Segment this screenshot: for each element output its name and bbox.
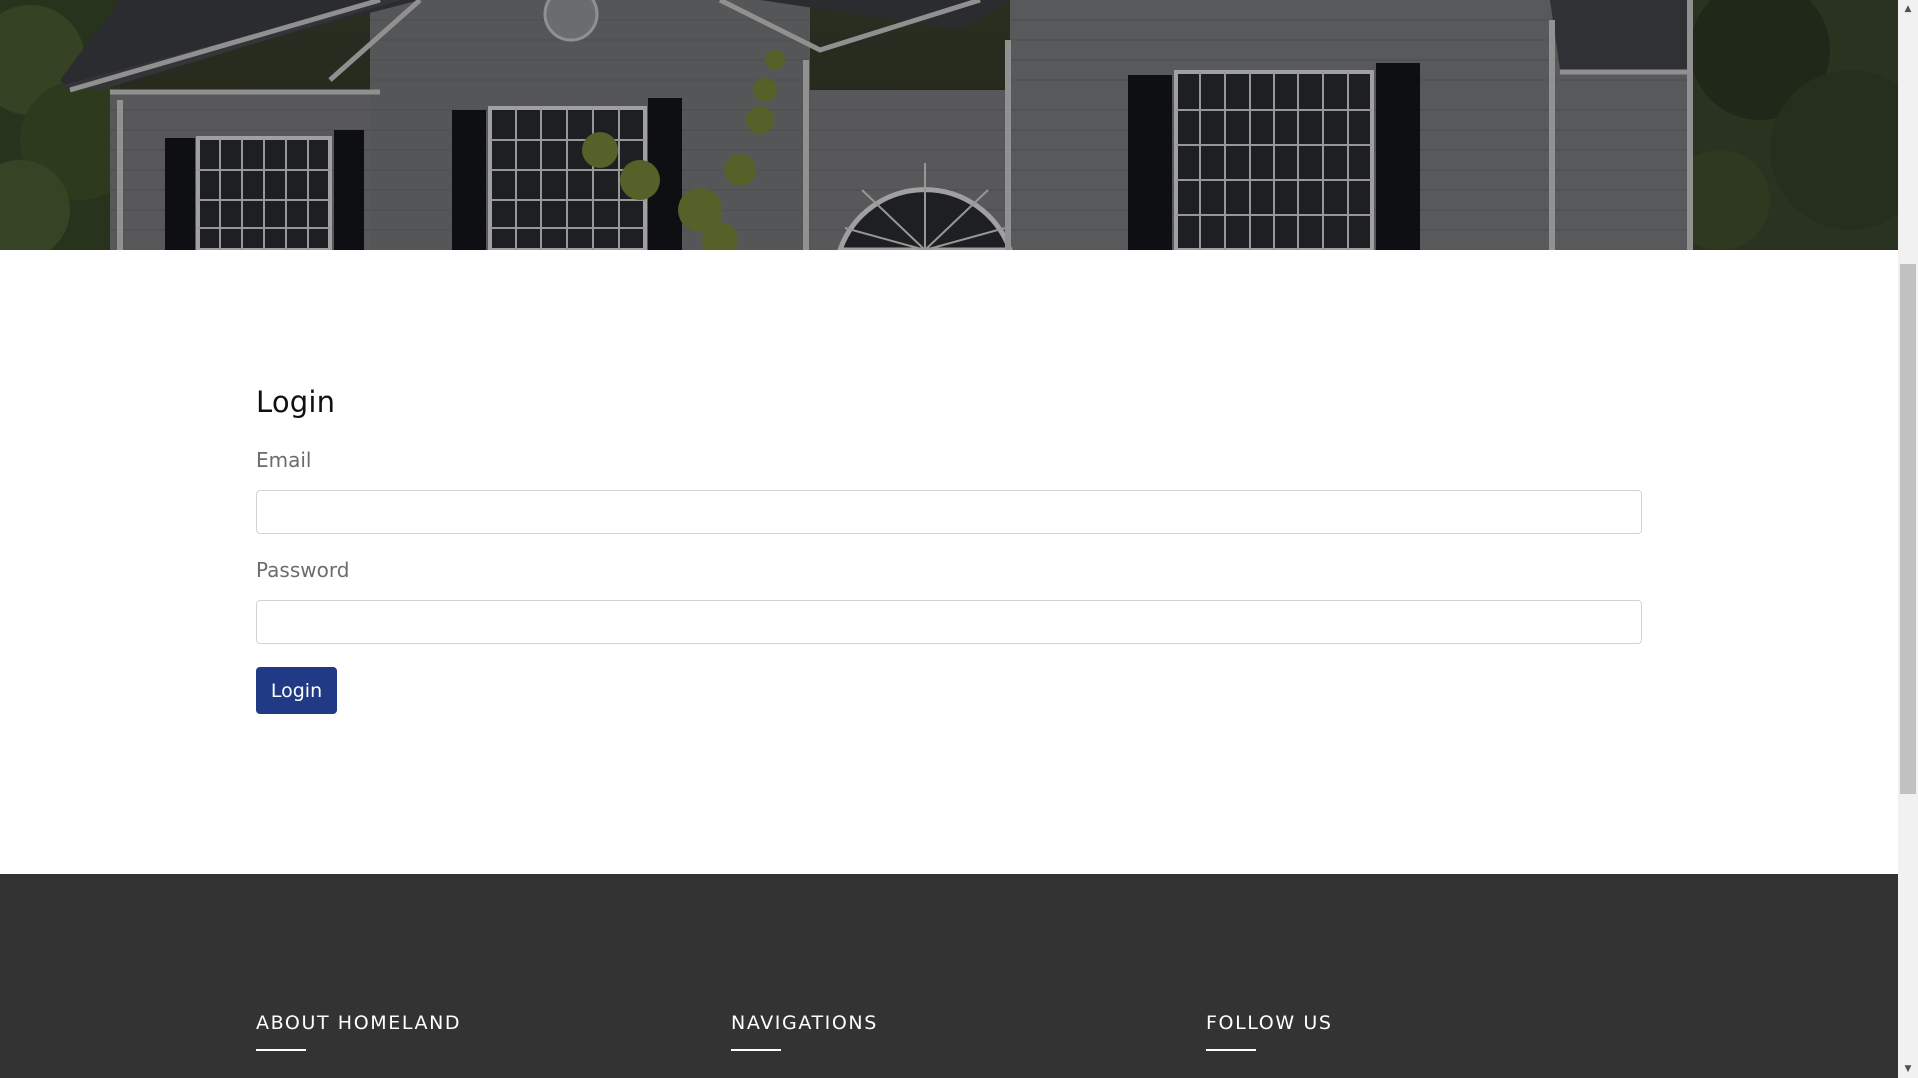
scrollbar-thumb[interactable] (1900, 264, 1916, 794)
footer-heading-underline (731, 1049, 781, 1051)
house-illustration (0, 0, 1898, 250)
vertical-scrollbar[interactable]: ▲ ▼ (1898, 0, 1918, 1078)
scroll-down-arrow-icon[interactable]: ▼ (1898, 1060, 1918, 1078)
hero-image (0, 0, 1898, 250)
page: Login Email Password Login ABOUT HOMELAN… (0, 0, 1898, 1078)
scroll-up-arrow-icon[interactable]: ▲ (1898, 0, 1918, 18)
footer-heading-about: ABOUT HOMELAND (256, 1012, 462, 1034)
email-label: Email (256, 448, 312, 472)
footer-heading-underline (1206, 1049, 1256, 1051)
login-button[interactable]: Login (256, 667, 337, 714)
footer-column-follow-us: FOLLOW US (1206, 1012, 1333, 1051)
footer: ABOUT HOMELAND NAVIGATIONS FOLLOW US (0, 874, 1898, 1078)
footer-heading-underline (256, 1049, 306, 1051)
footer-column-navigations: NAVIGATIONS (731, 1012, 878, 1051)
footer-heading-follow-us: FOLLOW US (1206, 1012, 1333, 1034)
login-title: Login (256, 385, 336, 419)
password-label: Password (256, 558, 350, 582)
footer-column-about: ABOUT HOMELAND (256, 1012, 461, 1051)
email-field[interactable] (256, 490, 1642, 534)
login-section: Login Email Password Login (0, 250, 1898, 874)
password-field[interactable] (256, 600, 1642, 644)
footer-heading-navigations: NAVIGATIONS (731, 1012, 878, 1034)
